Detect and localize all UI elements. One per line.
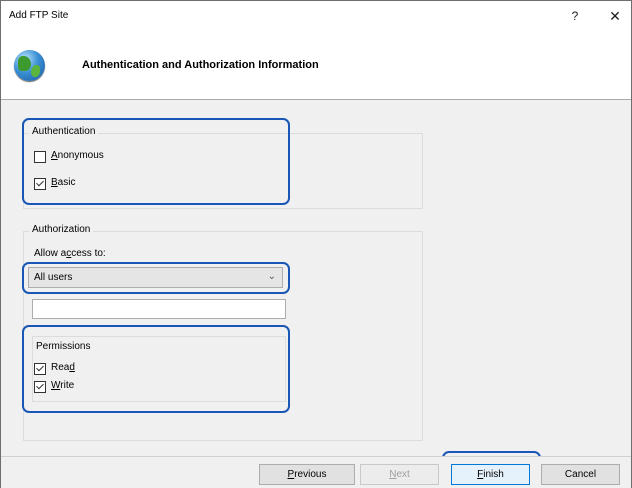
allow-access-dropdown[interactable]: All users ⌄ xyxy=(28,267,283,288)
window-title: Add FTP Site xyxy=(9,10,69,21)
wizard-header: Authentication and Authorization Informa… xyxy=(1,31,631,100)
permissions-legend: Permissions xyxy=(33,341,94,352)
basic-checkbox-box[interactable] xyxy=(34,178,46,190)
authentication-group xyxy=(23,133,423,209)
finish-button[interactable]: Finish xyxy=(451,464,530,485)
page-title: Authentication and Authorization Informa… xyxy=(82,59,319,71)
previous-button[interactable]: Previous xyxy=(259,464,355,485)
authentication-legend: Authentication xyxy=(29,126,99,137)
write-checkbox-box[interactable] xyxy=(34,381,46,393)
close-button[interactable]: ✕ xyxy=(601,5,629,27)
allow-access-label: Allow access to: xyxy=(34,248,106,259)
basic-label: Basic xyxy=(51,177,76,188)
wizard-footer: Previous Next Finish Cancel xyxy=(1,456,631,488)
globe-icon xyxy=(14,50,45,81)
anonymous-label: Anonymous xyxy=(51,150,104,161)
add-ftp-site-dialog: Add FTP Site ? ✕ Authentication and Auth… xyxy=(0,0,632,488)
help-button[interactable]: ? xyxy=(561,5,589,27)
read-checkbox-box[interactable] xyxy=(34,363,46,375)
anonymous-checkbox-box[interactable] xyxy=(34,151,46,163)
cancel-button[interactable]: Cancel xyxy=(541,464,620,485)
read-label: Read xyxy=(51,362,75,373)
chevron-down-icon[interactable]: ⌄ xyxy=(268,271,276,282)
title-bar: Add FTP Site ? ✕ xyxy=(1,1,631,31)
allow-access-selected: All users xyxy=(34,272,73,283)
users-roles-field[interactable] xyxy=(32,299,286,319)
authorization-legend: Authorization xyxy=(29,224,94,235)
next-button: Next xyxy=(360,464,439,485)
write-label: Write xyxy=(51,380,75,391)
